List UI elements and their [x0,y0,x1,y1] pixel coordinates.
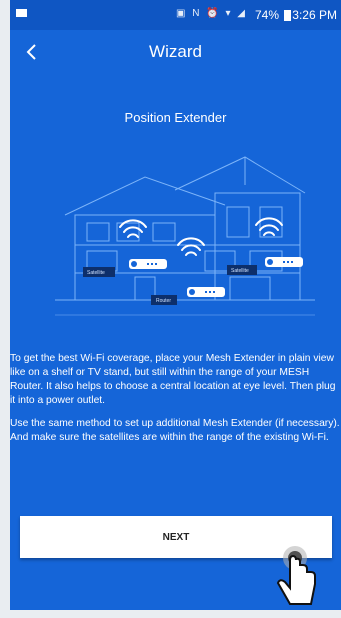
illustration-title: Position Extender [124,110,227,125]
status-bar: ▣ N ⏰ ▾ ◢ 74% 3:26 PM [10,0,341,30]
instruction-text-2: Use the same method to set up additional… [10,418,340,443]
app-bar: Wizard [10,30,341,74]
notification-icon [16,9,27,17]
router-label: Router [156,298,171,304]
hand-pointer-icon [276,546,316,605]
status-icons: ▣ N ⏰ ▾ ◢ [176,8,247,19]
battery-percent: 74% [254,8,279,22]
house-illustration: Satellite Satellite Router [55,156,315,316]
satellite-label-right: Satellite [231,268,249,274]
satellite-label-left: Satellite [87,270,105,276]
page-title: Wizard [149,42,202,61]
instruction-text: To get the best Wi-Fi coverage, place yo… [10,353,336,406]
clock: 3:26 PM [292,8,337,22]
wizard-screen: ▣ N ⏰ ▾ ◢ 74% 3:26 PM Wizard Position Ex… [10,0,341,610]
battery-icon [284,10,291,21]
